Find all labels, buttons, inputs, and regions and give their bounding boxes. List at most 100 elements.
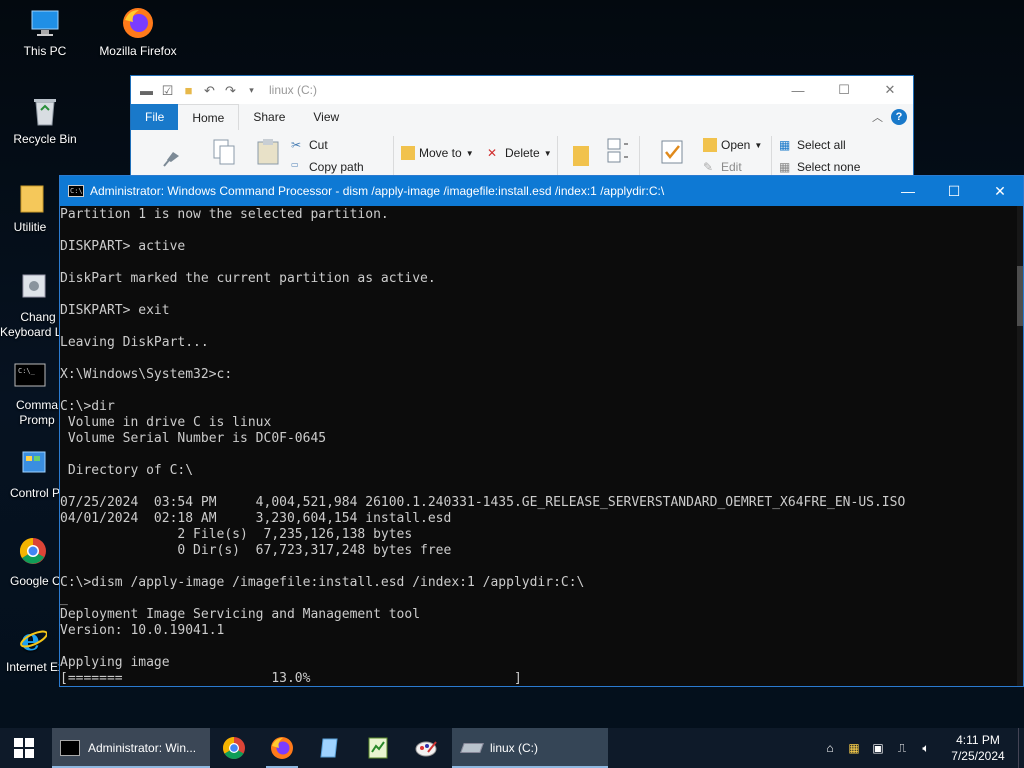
network-icon[interactable]: ⌂ [818,728,842,768]
control-panel-icon [13,448,47,482]
cmd-close-button[interactable]: ✕ [977,176,1023,206]
desktop-icon-command-prompt[interactable]: C:\_ Comma Promp [0,360,60,428]
desktop-icon-label: Control P [10,486,61,500]
tab-home[interactable]: Home [178,104,239,130]
select-all-button[interactable]: ▦ Select all [779,138,846,152]
console-output: Partition 1 is now the selected partitio… [60,207,906,686]
desktop-icon-recycle-bin[interactable]: Recycle Bin [0,94,90,147]
cmd-maximize-button[interactable]: ☐ [931,176,977,206]
scrollbar-thumb[interactable] [1017,266,1023,326]
desktop-icon-label: Utilitie [13,220,47,234]
select-all-label: Select all [797,138,846,152]
open-icon [703,138,717,152]
copy-icon[interactable] [211,138,237,166]
desktop-icon-keyboard-layout[interactable]: Chang Keyboard L [0,272,62,340]
usb-icon[interactable]: ⎍ [890,728,914,768]
open-label: Open [721,138,751,152]
color-icon[interactable]: ▦ [842,728,866,768]
volume-muted-icon[interactable]: 🔈︎ [914,728,938,768]
delete-label: Delete [505,146,540,160]
desktop-icon-utilities[interactable]: Utilitie [0,182,60,235]
desktop-icon-firefox[interactable]: Mozilla Firefox [93,6,183,59]
desktop-icon-this-pc[interactable]: This PC [0,6,90,59]
ribbon-tabs: File Home Share View ︿ ? [131,104,913,130]
taskbar-spreadsheet[interactable] [354,728,402,768]
show-desktop-button[interactable] [1018,728,1024,768]
taskbar-paint[interactable] [402,728,450,768]
copy-path-button[interactable]: ▭ Copy path [291,160,364,174]
help-icon[interactable]: ? [891,109,907,125]
desktop-icon-internet-explorer[interactable]: e Internet Ex [0,622,65,675]
move-to-icon [401,146,415,160]
move-to-label: Move to [419,146,462,160]
desktop-icon-label: Mozilla Firefox [99,44,177,58]
new-folder-large-icon[interactable] [569,140,595,168]
customize-quick-access-icon[interactable]: ▾ [244,83,259,98]
pin-icon[interactable] [159,142,185,170]
taskbar-explorer-label: linux (C:) [490,741,539,755]
clock-date: 7/25/2024 [951,749,1005,763]
desktop-icon-label: Chang [20,310,56,324]
taskbar-command-prompt[interactable]: Administrator: Win... [52,728,210,768]
paint-icon [415,741,437,757]
copy-path-label: Copy path [309,160,364,174]
taskbar-file-explorer[interactable]: linux (C:) [452,728,608,768]
tab-share[interactable]: Share [238,104,300,130]
firefox-icon [121,6,155,40]
select-none-icon: ▦ [779,160,791,174]
drive-icon [460,743,484,753]
keyboard-settings-icon [13,272,47,306]
desktop-icon-label: Internet Ex [6,660,65,674]
desktop-icon-label: Keyboard L [0,325,62,339]
command-prompt-icon: C:\ [68,185,84,197]
properties-large-icon[interactable] [659,138,685,166]
paste-icon[interactable] [255,138,281,166]
desktop-icon-control-panel[interactable]: Control P [0,448,60,501]
explorer-minimize-button[interactable]: — [775,76,821,104]
display-icon[interactable]: ▣ [866,728,890,768]
redo-icon[interactable]: ↷ [223,83,238,98]
drive-icon: ▬ [140,82,153,98]
edit-label: Edit [721,160,742,174]
explorer-maximize-button[interactable]: ☐ [821,76,867,104]
desktop-icon-label: This PC [23,44,67,58]
scissors-icon: ✂ [291,138,302,152]
cut-button[interactable]: ✂ Cut [291,138,328,152]
delete-button[interactable]: ✕ Delete ▼ [487,146,552,160]
collapse-ribbon-icon[interactable]: ︿ [872,109,883,125]
desktop-icon-label: Recycle Bin [13,132,77,146]
desktop-icon-google-chrome[interactable]: Google Ch [0,536,67,589]
desktop-icon-label: Promp [19,413,55,427]
desktop-icon-label: Comma [15,398,58,412]
cmd-minimize-button[interactable]: — [885,176,931,206]
start-button[interactable] [0,728,48,768]
taskbar-chrome[interactable] [210,728,258,768]
move-to-button[interactable]: Move to ▼ [401,146,474,160]
taskbar-notepad[interactable] [306,728,354,768]
chevron-down-icon: ▼ [465,148,474,158]
console-area[interactable]: Partition 1 is now the selected partitio… [60,206,1023,686]
console-scrollbar[interactable] [1017,206,1023,686]
chevron-down-icon: ▼ [543,148,552,158]
command-prompt-window[interactable]: C:\ Administrator: Windows Command Proce… [59,175,1024,687]
edit-button[interactable]: ✎ Edit [703,160,742,174]
clock[interactable]: 4:11 PM 7/25/2024 [938,732,1018,764]
taskbar: Administrator: Win... linux (C:) ⌂ ▦ ▣ ⎍… [0,728,1024,768]
cmd-titlebar[interactable]: C:\ Administrator: Windows Command Proce… [60,176,1023,206]
select-none-button[interactable]: ▦ Select none [779,160,860,174]
open-button[interactable]: Open ▼ [703,138,762,152]
cmd-window-title: Administrator: Windows Command Processor… [90,184,665,198]
new-folder-icon[interactable]: ■ [181,83,196,98]
properties-icon[interactable]: ☑ [160,83,175,98]
new-item-icon[interactable] [605,136,631,164]
tab-file[interactable]: File [131,104,179,130]
tab-view[interactable]: View [299,104,354,130]
explorer-close-button[interactable]: ✕ [867,76,913,104]
internet-explorer-icon: e [13,622,48,658]
explorer-title: linux (C:) [269,83,318,97]
undo-icon[interactable]: ↶ [202,83,217,98]
explorer-titlebar[interactable]: ▬ ☑ ■ ↶ ↷ ▾ linux (C:) — ☐ ✕ [131,76,913,104]
taskbar-firefox[interactable] [258,728,306,768]
ribbon-tabs-filler [353,104,872,130]
edit-icon: ✎ [703,160,714,174]
